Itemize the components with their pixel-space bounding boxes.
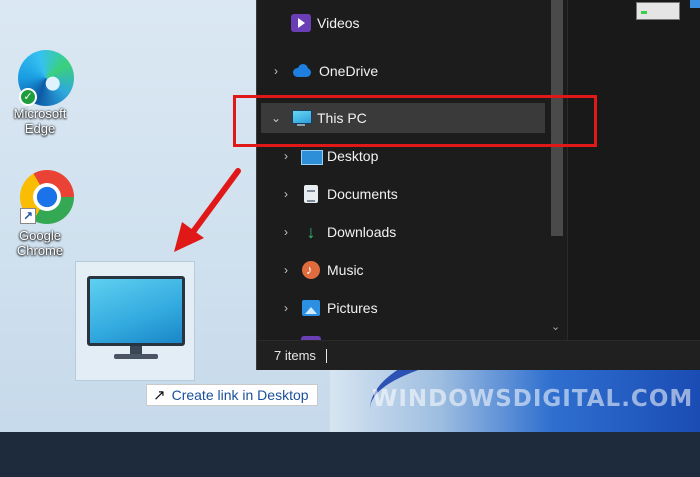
nav-scrollbar[interactable]: ⌄	[547, 0, 567, 340]
drag-tooltip-text: Create link in Desktop	[171, 387, 309, 403]
status-divider	[325, 348, 327, 363]
chevron-right-icon[interactable]: ›	[277, 263, 295, 277]
taskbar	[0, 432, 700, 477]
onedrive-icon	[291, 62, 313, 80]
shortcut-arrow-icon: ↗	[20, 208, 36, 224]
monitor-base	[114, 354, 158, 359]
chevron-right-icon[interactable]: ›	[267, 64, 285, 78]
desktop-folder-icon	[301, 147, 323, 165]
nav-item-downloads[interactable]: › ↓ Downloads	[277, 217, 547, 247]
monitor-stand	[130, 346, 142, 354]
drag-ghost-this-pc	[75, 261, 195, 381]
nav-item-label: Videos	[317, 15, 360, 31]
nav-item-pictures[interactable]: › Pictures	[277, 293, 547, 323]
chevron-right-icon[interactable]: ›	[277, 149, 295, 163]
red-arrow-annotation	[174, 168, 241, 252]
scroll-down-icon[interactable]: ⌄	[551, 320, 560, 333]
desktop-icon-edge[interactable]: ✓ Microsoft Edge	[2, 44, 78, 136]
navigation-pane: Videos › OneDrive ⌄ This PC › Desktop › …	[257, 0, 547, 340]
drag-tooltip: ↗ Create link in Desktop	[146, 384, 318, 406]
documents-icon	[301, 185, 321, 203]
nav-item-music[interactable]: › Music	[277, 255, 547, 285]
highlight-box-annotation	[233, 95, 597, 147]
watermark: WINDOWSDIGITAL.COM	[372, 386, 694, 412]
drive-icon[interactable]	[636, 2, 680, 20]
chevron-right-icon[interactable]: ›	[277, 301, 295, 315]
nav-item-onedrive[interactable]: › OneDrive	[267, 56, 547, 86]
desktop-icon-label: Google	[19, 228, 61, 243]
item-count: 7 items	[274, 348, 316, 363]
pictures-icon	[301, 299, 321, 317]
desktop-icon-label: Edge	[24, 121, 56, 136]
nav-item-label: Documents	[327, 186, 398, 202]
nav-item-videos[interactable]: Videos	[291, 8, 547, 38]
chevron-right-icon[interactable]: ›	[277, 225, 295, 239]
nav-item-label: Desktop	[327, 148, 379, 164]
chevron-right-icon[interactable]: ›	[277, 187, 295, 201]
status-bar: 7 items	[257, 340, 700, 370]
nav-item-label: Pictures	[327, 300, 378, 316]
desktop-icon-label: Microsoft	[13, 106, 67, 121]
downloads-icon: ↓	[306, 222, 316, 242]
desktop-icon-label: Chrome	[16, 243, 64, 258]
nav-item-label: Music	[327, 262, 364, 278]
nav-item-partial[interactable]	[301, 330, 547, 340]
content-pane	[567, 0, 700, 340]
drive-icon	[690, 0, 700, 8]
nav-item-documents[interactable]: › Documents	[277, 179, 547, 209]
monitor-icon	[87, 276, 185, 346]
music-icon	[301, 261, 321, 279]
sync-check-icon: ✓	[19, 88, 37, 106]
desktop-icon-chrome[interactable]: ↗ Google Chrome	[2, 166, 78, 258]
nav-item-label: Downloads	[327, 224, 397, 240]
nav-item-label: OneDrive	[319, 63, 379, 79]
file-explorer-window: Videos › OneDrive ⌄ This PC › Desktop › …	[256, 0, 700, 370]
link-arrow-icon: ↗	[153, 387, 166, 404]
videos-icon	[291, 14, 311, 32]
